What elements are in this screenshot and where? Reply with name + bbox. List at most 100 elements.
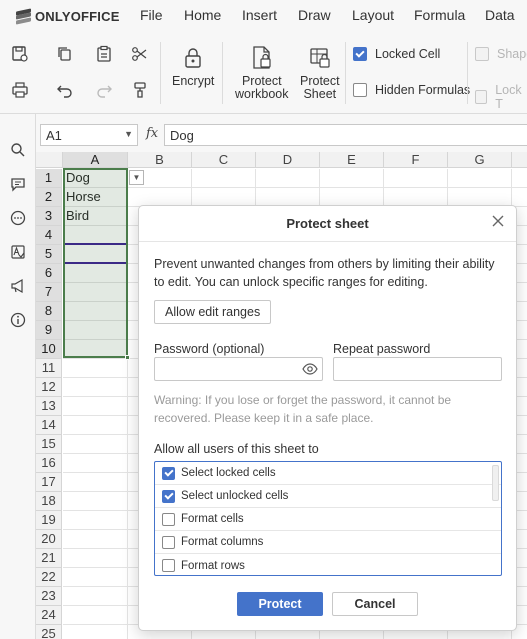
column-header[interactable]: A [63,152,128,168]
grid-cell[interactable] [63,397,128,416]
chevron-down-icon[interactable]: ▼ [129,170,144,185]
grid-cell[interactable] [63,568,128,587]
password-field[interactable] [154,357,323,381]
protect-workbook-button[interactable]: Protect workbook [235,44,289,101]
grid-cell[interactable] [320,169,384,188]
feedback-icon[interactable] [9,277,27,295]
column-header[interactable]: C [192,152,256,168]
lock-shape-checkbox[interactable]: Shape [475,47,527,61]
show-password-eye-icon[interactable] [302,362,318,376]
copy-icon[interactable] [54,43,76,65]
cancel-button[interactable]: Cancel [332,592,418,616]
row-header[interactable]: 3 [36,207,62,226]
formula-input[interactable]: Dog [164,124,527,146]
grid-cell[interactable] [63,416,128,435]
grid-cell[interactable] [384,169,448,188]
redo-icon[interactable] [93,79,115,101]
row-header[interactable]: 6 [36,264,62,283]
lock-text-checkbox[interactable]: Lock T [475,83,527,111]
grid-cell[interactable] [63,492,128,511]
grid-cell[interactable] [63,359,128,378]
name-box[interactable]: A1 ▼ [40,124,138,146]
row-header[interactable]: 7 [36,283,62,302]
chat-icon[interactable] [9,209,27,227]
menu-insert[interactable]: Insert [242,7,277,23]
column-header[interactable]: B [128,152,192,168]
row-header[interactable]: 2 [36,188,62,207]
row-header[interactable]: 12 [36,378,62,397]
row-header[interactable]: 4 [36,226,62,245]
protect-sheet-button[interactable]: Protect Sheet [300,44,340,101]
row-header[interactable]: 18 [36,492,62,511]
encrypt-button[interactable]: Encrypt [172,44,214,88]
cut-icon[interactable] [129,43,151,65]
row-header[interactable]: 16 [36,454,62,473]
row-header[interactable]: 21 [36,549,62,568]
save-icon[interactable] [9,43,31,65]
row-header[interactable]: 14 [36,416,62,435]
grid-cell[interactable] [192,169,256,188]
allow-edit-ranges-button[interactable]: Allow edit ranges [154,300,272,324]
format-painter-icon[interactable] [129,79,151,101]
row-header[interactable]: 11 [36,359,62,378]
menu-data[interactable]: Data [485,7,515,23]
row-header[interactable]: 1 [36,169,62,188]
permission-item[interactable]: Format rows [155,554,501,575]
grid-cell[interactable] [63,454,128,473]
menu-formula[interactable]: Formula [414,7,465,23]
grid-cell[interactable] [512,188,527,207]
grid-cell[interactable] [63,549,128,568]
menu-file[interactable]: File [140,7,163,23]
grid-cell[interactable] [448,169,512,188]
hidden-formulas-checkbox[interactable]: Hidden Formulas [353,83,470,97]
row-header[interactable]: 17 [36,473,62,492]
permission-item[interactable]: Select locked cells [155,462,501,485]
row-header[interactable]: 20 [36,530,62,549]
row-header[interactable]: 24 [36,606,62,625]
row-header[interactable]: 10 [36,340,62,359]
row-header[interactable]: 23 [36,587,62,606]
repeat-password-field[interactable] [333,357,502,381]
column-header[interactable]: F [384,152,448,168]
row-header[interactable]: 19 [36,511,62,530]
paste-icon[interactable] [93,43,115,65]
comments-icon[interactable] [9,175,27,193]
grid-cell[interactable] [512,169,527,188]
locked-cell-checkbox[interactable]: Locked Cell [353,47,440,61]
menu-layout[interactable]: Layout [352,7,394,23]
info-icon[interactable] [9,311,27,329]
column-header[interactable] [512,152,527,168]
menu-home[interactable]: Home [184,7,221,23]
undo-icon[interactable] [54,79,76,101]
grid-cell[interactable] [63,530,128,549]
grid-cell[interactable] [63,511,128,530]
permission-item[interactable]: Format columns [155,531,501,554]
checkbox-unchecked-icon[interactable] [162,559,175,572]
row-header[interactable]: 22 [36,568,62,587]
row-header[interactable]: 5 [36,245,62,264]
search-icon[interactable] [9,141,27,159]
row-header[interactable]: 9 [36,321,62,340]
function-icon[interactable]: fx [146,126,158,141]
select-all-corner[interactable] [36,152,63,168]
spellcheck-icon[interactable] [9,243,27,261]
grid-cell[interactable] [256,169,320,188]
grid-cell[interactable] [63,625,128,639]
column-header[interactable]: G [448,152,512,168]
row-header[interactable]: 13 [36,397,62,416]
row-header[interactable]: 15 [36,435,62,454]
row-header[interactable]: 25 [36,625,62,639]
grid-cell[interactable] [63,473,128,492]
checkbox-unchecked-icon[interactable] [162,512,175,526]
grid-cell[interactable] [63,378,128,397]
column-header[interactable]: D [256,152,320,168]
grid-cell[interactable] [63,587,128,606]
menu-draw[interactable]: Draw [298,7,331,23]
print-icon[interactable] [9,79,31,101]
permissions-list[interactable]: Select locked cells Select unlocked cell… [154,461,502,576]
column-header[interactable]: E [320,152,384,168]
grid-cell[interactable] [63,606,128,625]
list-scrollbar[interactable] [492,465,499,501]
permission-item[interactable]: Format cells [155,508,501,531]
protect-button[interactable]: Protect [237,592,323,616]
